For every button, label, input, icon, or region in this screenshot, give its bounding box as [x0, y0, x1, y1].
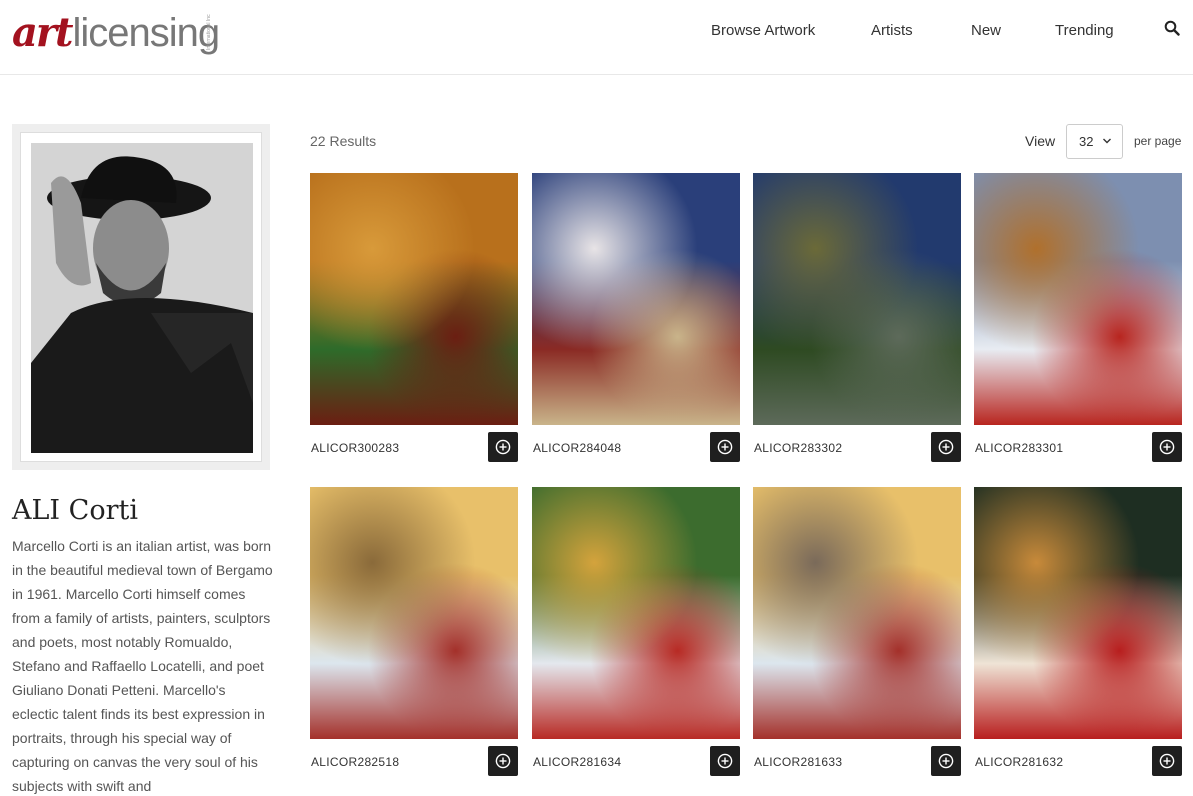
artwork-code: ALICOR283301 — [975, 441, 1064, 455]
nav-browse-artwork-link[interactable]: Browse Artwork — [711, 22, 815, 39]
plus-circle-icon — [1159, 753, 1175, 769]
add-to-lightbox-button[interactable] — [710, 432, 740, 462]
per-page-select[interactable]: 32 — [1066, 124, 1123, 159]
plus-circle-icon — [717, 753, 733, 769]
artwork-card[interactable]: ALICOR282518 — [310, 487, 518, 776]
artwork-thumbnail[interactable] — [310, 173, 518, 425]
results-count: 22 Results — [310, 133, 377, 149]
artwork-card[interactable]: ALICOR281634 — [532, 487, 740, 776]
artwork-thumbnail[interactable] — [753, 487, 961, 739]
chevron-down-icon — [1103, 138, 1111, 144]
add-to-lightbox-button[interactable] — [931, 432, 961, 462]
plus-circle-icon — [495, 753, 511, 769]
plus-circle-icon — [938, 753, 954, 769]
artwork-thumbnail[interactable] — [310, 487, 518, 739]
site-logo[interactable]: art licensing — [12, 4, 220, 56]
nav-new[interactable]: New — [971, 0, 1001, 60]
add-to-lightbox-button[interactable] — [1152, 432, 1182, 462]
artwork-code: ALICOR300283 — [311, 441, 400, 455]
nav-trending[interactable]: Trending — [1055, 0, 1114, 60]
logo-licensing-text: licensing — [72, 11, 220, 55]
artwork-card[interactable]: ALICOR300283 — [310, 173, 518, 462]
artist-name: ALI Corti — [12, 495, 138, 526]
artwork-thumbnail[interactable] — [753, 173, 961, 425]
artwork-code: ALICOR282518 — [311, 755, 400, 769]
artist-portrait-image — [31, 143, 253, 453]
artwork-card[interactable]: ALICOR283302 — [753, 173, 961, 462]
artist-photo-frame — [12, 124, 270, 470]
add-to-lightbox-button[interactable] — [931, 746, 961, 776]
artwork-card[interactable]: ALICOR284048 — [532, 173, 740, 462]
search-button[interactable] — [1164, 20, 1184, 40]
artwork-card[interactable]: ALICOR281633 — [753, 487, 961, 776]
logo-art-text: art — [12, 9, 73, 56]
artwork-thumbnail[interactable] — [974, 487, 1182, 739]
add-to-lightbox-button[interactable] — [488, 432, 518, 462]
artwork-card[interactable]: ALICOR283301 — [974, 173, 1182, 462]
per-page-label: per page — [1134, 134, 1182, 148]
artwork-code: ALICOR284048 — [533, 441, 622, 455]
artwork-code: ALICOR281632 — [975, 755, 1064, 769]
plus-circle-icon — [717, 439, 733, 455]
nav-new-link[interactable]: New — [971, 22, 1001, 39]
nav-browse-artwork[interactable]: Browse Artwork — [711, 0, 815, 60]
nav-artists-link[interactable]: Artists — [871, 22, 913, 39]
artwork-thumbnail[interactable] — [974, 173, 1182, 425]
add-to-lightbox-button[interactable] — [710, 746, 740, 776]
add-to-lightbox-button[interactable] — [1152, 746, 1182, 776]
site-header: art licensing International Inc Browse A… — [0, 0, 1193, 75]
artwork-code: ALICOR283302 — [754, 441, 843, 455]
nav-trending-link[interactable]: Trending — [1055, 22, 1114, 39]
plus-circle-icon — [1159, 439, 1175, 455]
artwork-code: ALICOR281634 — [533, 755, 622, 769]
artwork-thumbnail[interactable] — [532, 487, 740, 739]
artist-bio: Marcello Corti is an italian artist, was… — [12, 538, 273, 794]
artist-photo-mat — [20, 132, 262, 462]
artwork-thumbnail[interactable] — [532, 173, 740, 425]
search-icon — [1164, 20, 1180, 36]
plus-circle-icon — [938, 439, 954, 455]
plus-circle-icon — [495, 439, 511, 455]
artwork-code: ALICOR281633 — [754, 755, 843, 769]
artwork-card[interactable]: ALICOR281632 — [974, 487, 1182, 776]
artist-photo — [31, 143, 253, 453]
add-to-lightbox-button[interactable] — [488, 746, 518, 776]
logo-tagline: International Inc — [206, 14, 212, 50]
nav-artists[interactable]: Artists — [871, 0, 913, 60]
view-label: View — [1025, 133, 1056, 149]
per-page-value: 32 — [1079, 134, 1094, 149]
